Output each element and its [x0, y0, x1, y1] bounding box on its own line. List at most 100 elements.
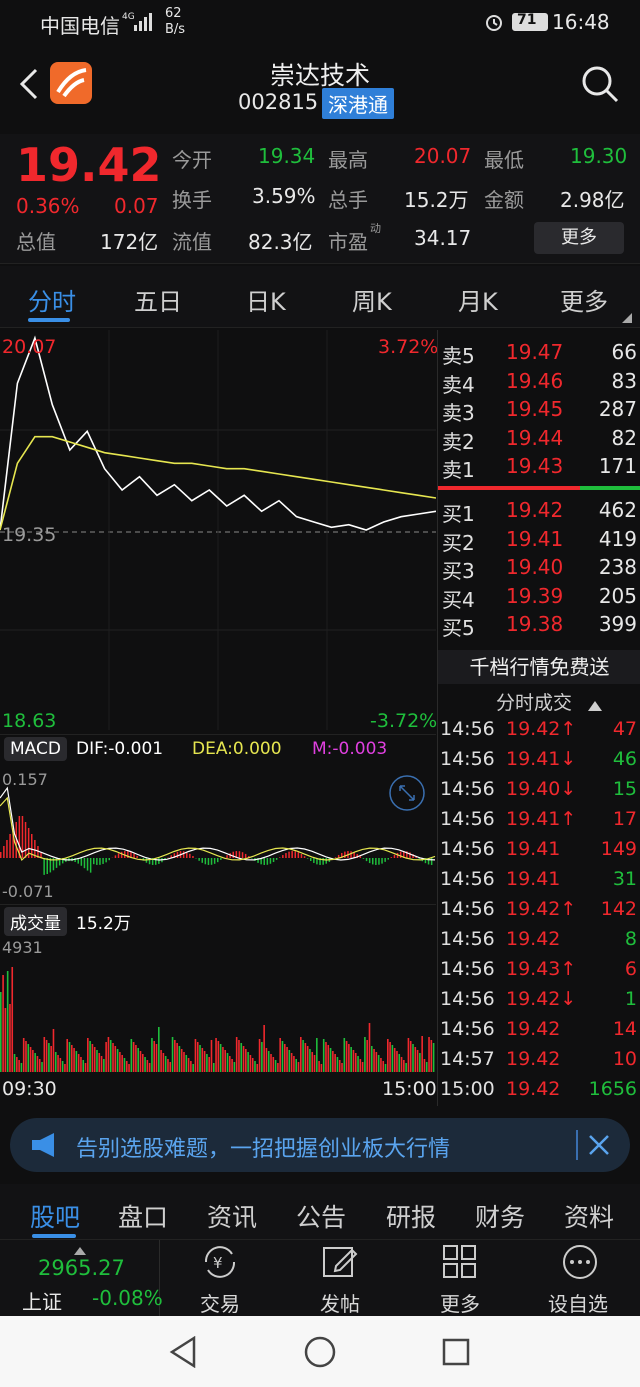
- turnover-label: 换手: [172, 188, 212, 212]
- expand-icon[interactable]: [388, 774, 426, 816]
- volume-bar: [384, 1064, 387, 1072]
- tick-time: 14:57: [440, 1048, 495, 1070]
- nav-recents-icon[interactable]: [442, 1338, 470, 1370]
- bid-row[interactable]: 买1 19.42 462: [438, 498, 640, 527]
- volume-bar: [141, 1054, 144, 1072]
- tick-volume: 149: [600, 838, 637, 860]
- add-watchlist-button[interactable]: 设自选: [538, 1240, 628, 1316]
- volume-bar: [322, 1039, 325, 1072]
- volume-bar: [231, 1059, 233, 1072]
- volume-bar: [414, 1047, 417, 1072]
- add-watchlist-label: 设自选: [548, 1292, 608, 1316]
- tick-time: 14:56: [440, 748, 495, 770]
- volume-bar: [171, 1037, 174, 1072]
- ad-banner[interactable]: 告别选股难题，一招把握创业板大行情: [10, 1118, 630, 1172]
- tick-time: 14:56: [440, 838, 495, 860]
- macd-bar: [430, 858, 433, 865]
- trade-tick-row: 14:56 19.42↓ 1: [438, 988, 640, 1018]
- trade-tick-row: 14:56 19.41↓ 46: [438, 748, 640, 778]
- tab-intraday[interactable]: 分时: [28, 282, 76, 317]
- volume-bar: [61, 1061, 64, 1072]
- volume-bar: [169, 1062, 172, 1072]
- volume-bar: [43, 1037, 46, 1072]
- nav-home-icon[interactable]: [304, 1336, 336, 1372]
- index-value: 2965.27: [38, 1256, 125, 1280]
- volume-bar: [311, 1052, 314, 1072]
- nav-back-icon[interactable]: [168, 1335, 198, 1372]
- volume-bar: [233, 1062, 236, 1072]
- macd-bar: [232, 851, 234, 858]
- tick-price: 19.42↑: [506, 898, 577, 920]
- tab-finance[interactable]: 财务: [475, 1198, 525, 1234]
- ask-row[interactable]: 卖2 19.44 82: [438, 426, 640, 455]
- promo-banner[interactable]: 千档行情免费送: [438, 650, 640, 684]
- ask-row[interactable]: 卖1 19.43 171: [438, 454, 640, 483]
- search-icon[interactable]: [580, 64, 620, 108]
- volume-bar: [116, 1049, 119, 1072]
- pe-label: 市盈: [328, 230, 368, 254]
- tick-time: 14:56: [440, 898, 495, 920]
- ticks-header[interactable]: 分时成交: [438, 686, 640, 716]
- tab-news[interactable]: 资讯: [207, 1198, 257, 1234]
- post-button[interactable]: 发帖: [300, 1240, 380, 1316]
- ask-row[interactable]: 卖3 19.45 287: [438, 397, 640, 426]
- volume-bar: [32, 1050, 34, 1072]
- macd-selector[interactable]: MACD: [4, 737, 67, 761]
- bid-row[interactable]: 买4 19.39 205: [438, 584, 640, 613]
- tab-monthly-k[interactable]: 月K: [458, 282, 498, 317]
- macd-bar: [189, 853, 191, 858]
- macd-bar: [275, 858, 278, 860]
- tab-research[interactable]: 研报: [386, 1198, 436, 1234]
- bid-row[interactable]: 买2 19.41 419: [438, 527, 640, 556]
- volume-bar: [6, 971, 9, 1072]
- ask-row[interactable]: 卖4 19.46 83: [438, 369, 640, 398]
- market-badge[interactable]: 深港通: [322, 88, 394, 119]
- bid-row[interactable]: 买5 19.38 399: [438, 612, 640, 641]
- close-icon[interactable]: [586, 1132, 612, 1162]
- trade-label: 交易: [200, 1292, 240, 1316]
- macd-dif: DIF:-0.001: [76, 739, 164, 759]
- volume-bar: [279, 1038, 281, 1072]
- tab-announcements[interactable]: 公告: [296, 1198, 346, 1234]
- more-button[interactable]: 更多: [420, 1240, 500, 1316]
- volume-bar: [235, 1037, 238, 1072]
- chart-bottom-pct: -3.72%: [370, 710, 438, 732]
- volume-bar: [421, 1036, 423, 1072]
- intraday-chart[interactable]: 20.07 3.72% 19.35 18.63 -3.72% MACD DIF:…: [0, 330, 438, 1106]
- tab-daily-k[interactable]: 日K: [246, 282, 286, 317]
- macd-top-value: 0.157: [2, 770, 48, 789]
- volume-bar: [190, 1061, 192, 1072]
- change-percent: 0.36%: [16, 194, 80, 218]
- trade-button[interactable]: ¥ 交易: [180, 1240, 260, 1316]
- volume-label: 总手: [328, 188, 368, 212]
- caret-up-icon: [588, 694, 602, 716]
- yuan-cycle-icon: ¥: [200, 1244, 240, 1284]
- bid-row[interactable]: 买3 19.40 238: [438, 555, 640, 584]
- tick-volume: 1: [624, 988, 637, 1010]
- tab-five-day[interactable]: 五日: [134, 282, 182, 317]
- tab-more[interactable]: 更多: [560, 282, 608, 317]
- macd-bar: [288, 851, 290, 858]
- tab-forum[interactable]: 股吧: [30, 1198, 80, 1234]
- battery-icon: 71: [512, 12, 548, 31]
- volume-bar: [299, 1037, 302, 1072]
- order-book: 卖5 19.47 66 卖4 19.46 83 卖3 19.45 287 卖2 19.44 82 卖1 1…: [437, 330, 640, 1106]
- volume-bar: [180, 1049, 183, 1072]
- tab-profile[interactable]: 资料: [564, 1198, 614, 1234]
- index-widget[interactable]: 2965.27 上证 -0.08%: [0, 1240, 163, 1316]
- chart-tabs: 分时 五日 日K 周K 月K 更多: [0, 266, 640, 328]
- low-label: 最低: [484, 148, 524, 172]
- macd-bar: [269, 858, 272, 864]
- index-name: 上证: [22, 1290, 62, 1314]
- macd-bar: [198, 858, 200, 861]
- volume-bar: [338, 1060, 341, 1072]
- ask-row[interactable]: 卖5 19.47 66: [438, 340, 640, 369]
- tab-weekly-k[interactable]: 周K: [352, 282, 392, 317]
- volume-bar: [229, 1056, 231, 1072]
- volume-bar: [377, 1055, 380, 1072]
- volume-selector[interactable]: 成交量: [4, 907, 67, 936]
- more-quote-button[interactable]: 更多: [534, 222, 624, 254]
- tab-handicap[interactable]: 盘口: [118, 1198, 168, 1234]
- volume-bar: [281, 1041, 284, 1072]
- tick-price: 19.42: [506, 1018, 561, 1040]
